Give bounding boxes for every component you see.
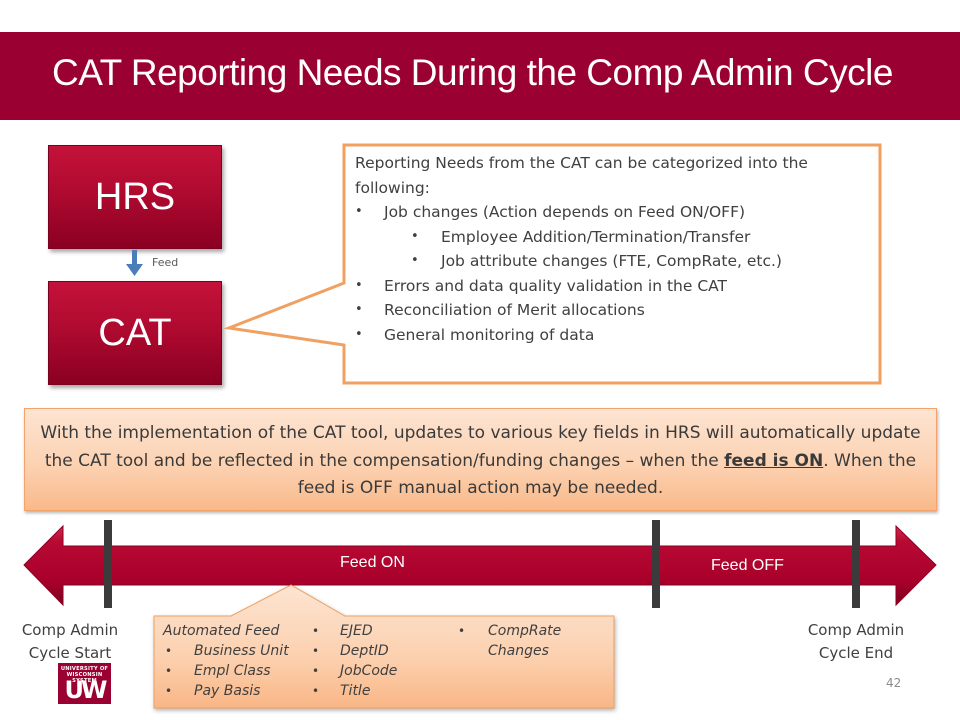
list-item: • EJED (312, 623, 373, 639)
cycle-end-line1: Comp Admin (807, 621, 905, 639)
list-item: • Business Unit (165, 643, 289, 659)
feed-fields-column-3: • CompRate Changes (458, 621, 578, 661)
list-item: • Pay Basis (165, 683, 261, 699)
automated-feed-box: Automated Feed • Business Unit • Empl Clas… (154, 615, 614, 708)
list-item: • CompRate Changes (458, 623, 562, 659)
automated-feed-heading: Automated Feed (163, 623, 280, 639)
page-number: 42 (886, 676, 902, 690)
cycle-end-label: Comp Admin Cycle End (791, 619, 921, 665)
timeline-label-feed-on: Feed ON (340, 554, 405, 571)
feed-fields-column-2: • EJED • DeptID • JobCode • Title (312, 621, 397, 701)
list-item: • DeptID (312, 643, 389, 659)
timeline-graphic (23, 524, 937, 709)
list-item: • JobCode (312, 663, 398, 679)
timeline-double-arrow (23, 524, 937, 607)
list-item: • Empl Class (165, 663, 271, 679)
uw-system-logo: UNIVERSITY OF WISCONSIN SYSTEM UW (58, 663, 111, 704)
cycle-start-marker (104, 520, 112, 608)
timeline-label-feed-off: Feed OFF (711, 557, 784, 574)
feed-fields-column-1: Automated Feed • Business Unit • Empl Clas… (163, 621, 289, 701)
cycle-end-line2: Cycle End (818, 644, 894, 662)
cycle-start-line1: Comp Admin (21, 621, 119, 639)
list-item: • Title (312, 683, 371, 699)
cycle-end-marker (852, 520, 860, 608)
cycle-start-line2: Cycle Start (28, 644, 112, 662)
logo-mark: UW (64, 676, 108, 704)
feed-off-marker (652, 520, 660, 608)
cycle-start-label: Comp Admin Cycle Start (5, 619, 135, 665)
